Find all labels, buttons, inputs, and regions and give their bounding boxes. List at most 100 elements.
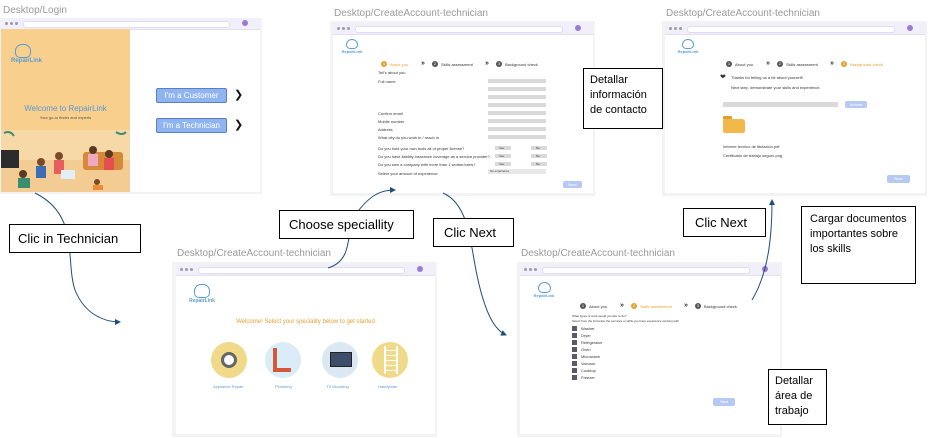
fullname-label: Full name (378, 79, 396, 84)
no-label: No (536, 154, 540, 158)
chevron-double-icon: » (620, 302, 624, 309)
flow-arrow (442, 192, 507, 336)
next-button[interactable]: Next (713, 398, 735, 406)
upload-button[interactable]: Upload (845, 101, 867, 108)
skill-checkbox[interactable] (572, 340, 577, 345)
avatar[interactable] (575, 25, 581, 31)
question-tools: Do you hold your own tools all of proper… (378, 146, 465, 151)
browser-window: RepairLink Welcome! Select your speciali… (176, 264, 435, 434)
frame-skills: RepairLink 1 About you » 2 Skills assess… (517, 262, 782, 437)
mobile-label: Mobile number (378, 119, 405, 124)
browser-toolbar (520, 264, 780, 276)
frame-contact: RepairLink 1 About you » 2 Skills assess… (330, 21, 595, 196)
uploaded-file[interactable]: Informe tecnico de titulación.pdf (723, 144, 779, 149)
callout-clic-next: Clic Next (433, 218, 514, 247)
avatar[interactable] (242, 20, 248, 26)
skill-label: Refrigerator (581, 340, 603, 345)
step-1-indicator: 1 (580, 303, 586, 309)
skill-checkbox[interactable] (572, 347, 577, 352)
callout-cargar-documentos: Cargar documentos importantes sobre los … (801, 206, 916, 284)
chevron-double-icon: » (485, 60, 489, 67)
browser-window: RepairLink Welcome to RepairLink Your go… (1, 18, 260, 192)
handyman-option[interactable] (372, 342, 408, 378)
step-2-indicator: 2 (631, 303, 637, 309)
chevron-right-icon[interactable]: ❯ (234, 88, 243, 101)
callout-clic-next: Clic Next (683, 208, 766, 237)
step-3-label: Background check (850, 62, 883, 67)
next-step-text: Next step, demonstrate your skills and e… (731, 85, 821, 90)
technician-button[interactable]: I'm a Technician (156, 118, 227, 133)
question-company: Do you own a company with more than 1 wo… (378, 162, 476, 167)
chevron-right-icon[interactable]: ❯ (234, 118, 243, 131)
folder-icon[interactable] (723, 116, 745, 133)
skill-label: Cooktop (581, 368, 596, 373)
browser-toolbar (176, 264, 435, 276)
speciality-heading: Welcome! Select your speciality below to… (236, 319, 375, 325)
brain-logo-icon (15, 44, 31, 58)
frame-label-login: Desktop/Login (3, 5, 67, 16)
welcome-tagline: Your go-to finder and experts (39, 115, 92, 120)
option-label: Plumbing (275, 384, 292, 389)
frame-label-skills: Desktop/CreateAccount-technician (521, 248, 675, 259)
uploaded-file[interactable]: Certificado de trabajo seguro.png (723, 153, 782, 158)
city-field[interactable] (488, 135, 546, 139)
skill-label: Freezer (581, 375, 595, 380)
avatar[interactable] (907, 25, 913, 31)
app-logo: RepairLink (341, 39, 363, 55)
address-field[interactable] (488, 127, 546, 131)
skill-checkbox[interactable] (572, 361, 577, 366)
address-label: Address (378, 127, 393, 132)
yes-label: Yes (499, 162, 504, 166)
skill-checkbox[interactable] (572, 375, 577, 380)
chevron-double-icon: » (684, 302, 688, 309)
frame-label-speciality: Desktop/CreateAccount-technician (177, 248, 331, 259)
file-path-input[interactable] (723, 102, 838, 107)
skill-label: Washer (581, 326, 595, 331)
tv-mounting-option[interactable] (322, 342, 358, 378)
step-3-label: Background check (704, 304, 737, 309)
skill-checkbox[interactable] (572, 368, 577, 373)
washer-icon (221, 352, 237, 368)
frame-documents: RepairLink 1 About you » 2 Skills assess… (662, 21, 927, 196)
callout-detallar-area: Detallar área de trabajo (768, 369, 827, 425)
question-insurance: Do you have liability insurance coverage… (378, 154, 490, 159)
next-button[interactable]: Next (563, 181, 582, 188)
yes-label: Yes (499, 146, 504, 150)
skills-question: What types of work would you like to do? (572, 314, 627, 318)
skills-subquestion: Select from the list below the services … (572, 319, 679, 323)
app-logo: RepairLink (677, 39, 699, 55)
skill-checkbox[interactable] (572, 333, 577, 338)
brain-logo-icon (537, 282, 551, 293)
thanks-text: Thanks for telling us a bit about yourse… (731, 75, 803, 80)
frame-speciality: RepairLink Welcome! Select your speciali… (172, 262, 437, 437)
skill-label: Vacuum (581, 361, 596, 366)
no-label: No (536, 146, 540, 150)
avatar[interactable] (417, 266, 423, 272)
appliance-repair-option[interactable] (211, 342, 247, 378)
brain-logo-icon (194, 284, 210, 298)
field-input[interactable] (488, 87, 546, 91)
skill-checkbox[interactable] (572, 354, 577, 359)
step-2-label: Skills assessment (786, 62, 818, 67)
customer-button[interactable]: I'm a Customer (156, 88, 227, 103)
avatar[interactable] (762, 266, 768, 272)
fullname-input[interactable] (488, 79, 546, 83)
field-input[interactable] (488, 95, 546, 99)
option-label: TV Mounting (326, 384, 349, 389)
chevron-double-icon: » (421, 60, 425, 67)
frame-label-documents: Desktop/CreateAccount-technician (666, 8, 820, 19)
app-logo: RepairLink (11, 44, 42, 64)
email-field[interactable] (488, 111, 546, 115)
welcome-title: Welcome to RepairLink (24, 104, 107, 113)
skill-checkbox[interactable] (572, 326, 577, 331)
option-label: Appliance Repair (213, 384, 244, 389)
mobile-field[interactable] (488, 119, 546, 123)
app-logo: RepairLink (189, 284, 215, 304)
field-input[interactable] (488, 103, 546, 107)
option-label: Handyman (378, 384, 398, 389)
skill-label: Oven (581, 347, 591, 352)
plumbing-option[interactable] (265, 342, 301, 378)
browser-toolbar (665, 23, 925, 35)
next-button[interactable]: Next (887, 175, 910, 183)
browser-window: RepairLink 1 About you » 2 Skills assess… (520, 264, 780, 434)
